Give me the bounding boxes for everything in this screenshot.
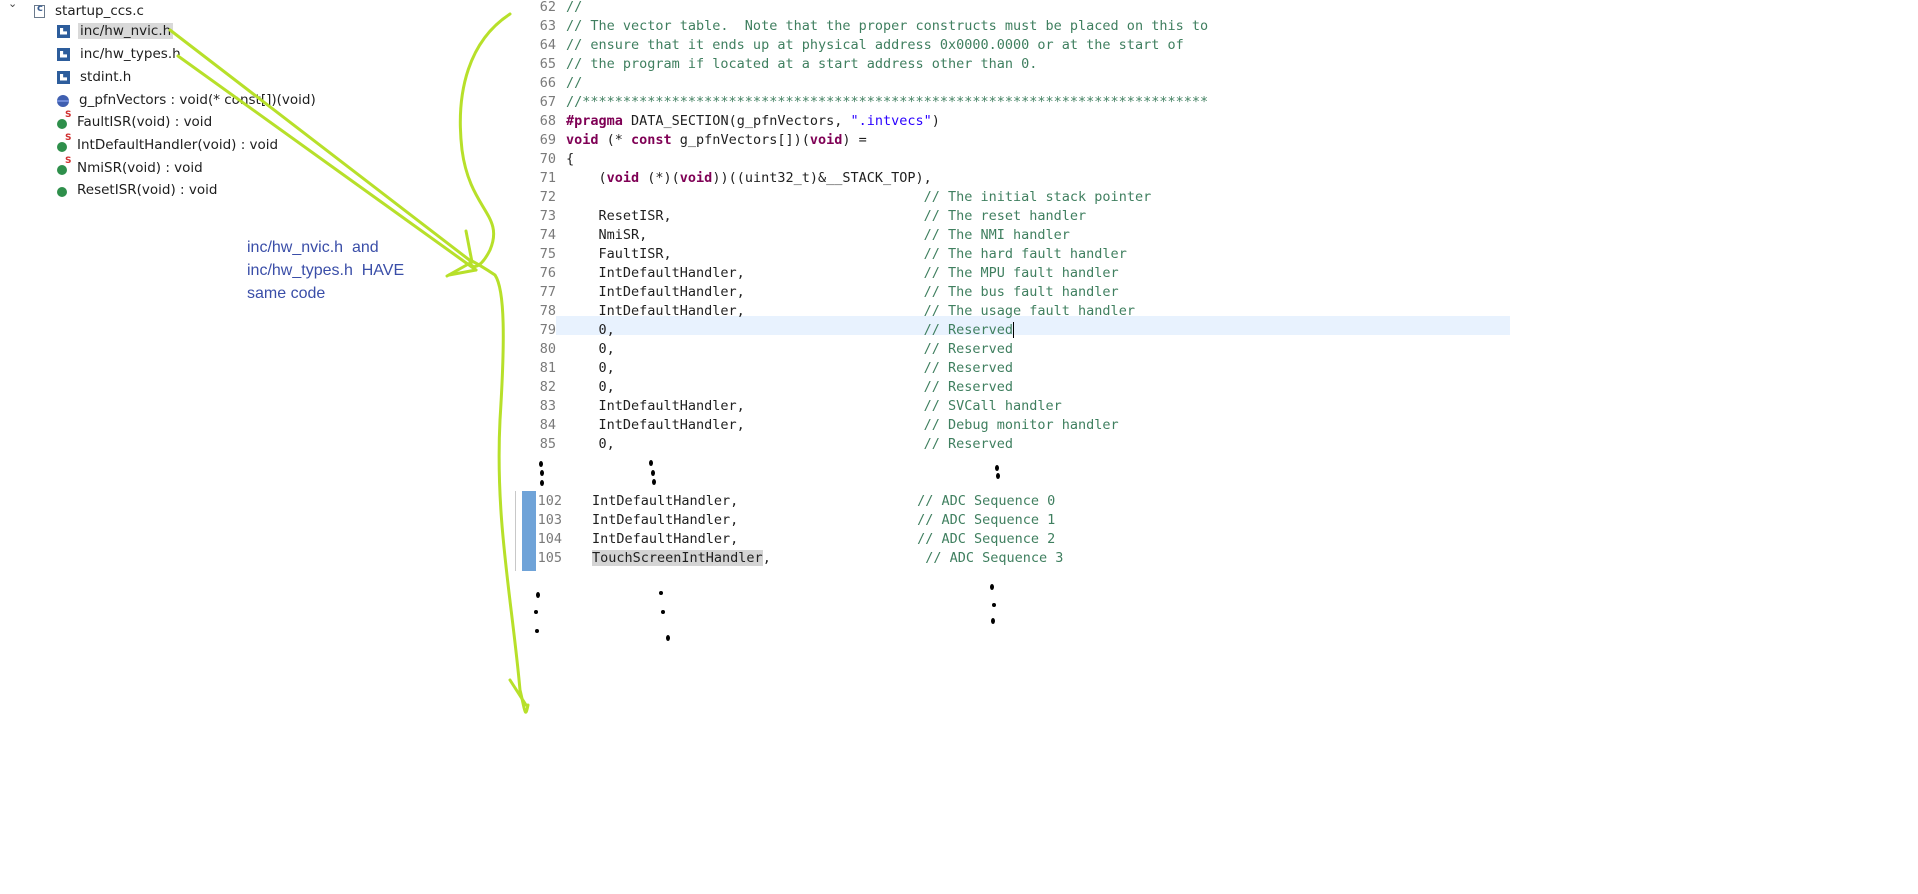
ellipsis-dot bbox=[536, 592, 540, 598]
ellipsis-dot bbox=[539, 461, 543, 467]
ellipsis-dot bbox=[659, 591, 663, 595]
ellipsis-dot bbox=[534, 610, 538, 614]
ellipsis-dot bbox=[652, 479, 656, 485]
annotation-overlay bbox=[168, 12, 1000, 714]
ellipsis-dot bbox=[649, 460, 653, 466]
ellipsis-dot bbox=[540, 480, 544, 486]
ellipsis-dot bbox=[991, 618, 995, 624]
ellipsis-dot bbox=[661, 610, 665, 614]
arrow-line-1 bbox=[168, 28, 474, 264]
ellipsis-dot bbox=[992, 603, 996, 607]
ellipsis-dot bbox=[666, 635, 670, 641]
ellipsis-dot bbox=[535, 629, 539, 633]
ellipsis-dot bbox=[990, 584, 994, 590]
ellipsis-dot bbox=[651, 470, 655, 476]
ellipsis-dot bbox=[540, 470, 544, 476]
curve-bracket bbox=[458, 12, 530, 714]
ellipsis-dot bbox=[996, 473, 1000, 479]
ellipsis-dot bbox=[995, 465, 999, 471]
arrow-line-2 bbox=[176, 54, 478, 272]
